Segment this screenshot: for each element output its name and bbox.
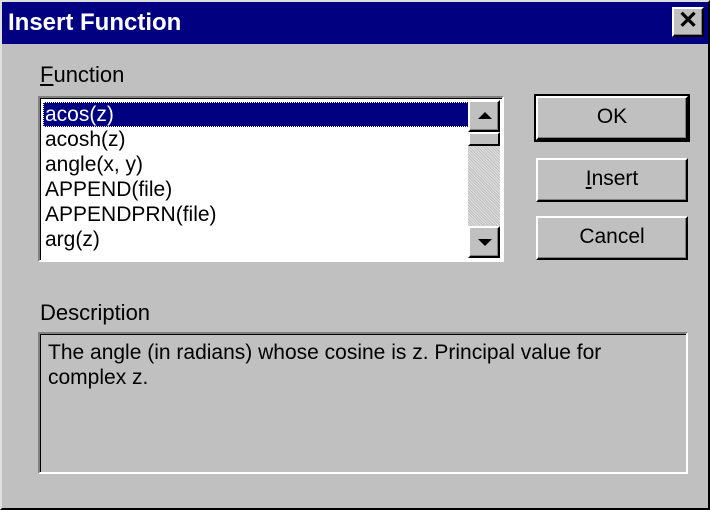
description-text: The angle (in radians) whose cosine is z… — [48, 341, 602, 389]
insert-button-rest: nsert — [591, 167, 639, 190]
dialog-title: Insert Function — [8, 9, 182, 36]
cancel-button[interactable]: Cancel — [536, 216, 688, 260]
function-list-item-angle[interactable]: angle(x, y) — [43, 152, 471, 177]
insert-function-dialog: Insert Function ✕ Function acos(z) acosh… — [0, 0, 710, 510]
function-list-item-acosh[interactable]: acosh(z) — [43, 127, 471, 152]
function-list-scrollbar[interactable] — [468, 100, 500, 258]
scroll-down-arrow-icon — [478, 239, 492, 246]
function-label-mnemonic: F — [40, 62, 54, 87]
function-label: Function — [40, 62, 124, 88]
ok-button[interactable]: OK — [534, 94, 690, 142]
function-label-rest: unction — [53, 62, 125, 87]
scroll-up-button[interactable] — [468, 100, 500, 132]
scroll-thumb[interactable] — [468, 132, 500, 146]
scroll-up-arrow-icon — [478, 112, 492, 119]
close-icon: ✕ — [677, 7, 699, 34]
function-listbox[interactable]: acos(z) acosh(z) angle(x, y) APPEND(file… — [38, 96, 504, 262]
function-list-item-acos[interactable]: acos(z) — [43, 102, 471, 127]
scroll-down-button[interactable] — [468, 226, 500, 258]
function-list: acos(z) acosh(z) angle(x, y) APPEND(file… — [43, 102, 471, 252]
insert-button[interactable]: Insert — [536, 158, 688, 202]
function-list-item-appendprn[interactable]: APPENDPRN(file) — [43, 202, 471, 227]
function-list-item-arg[interactable]: arg(z) — [43, 227, 471, 252]
description-box: The angle (in radians) whose cosine is z… — [38, 332, 688, 474]
title-bar[interactable]: Insert Function ✕ — [2, 2, 708, 44]
description-label: Description — [40, 300, 151, 325]
function-list-item-append[interactable]: APPEND(file) — [43, 177, 471, 202]
close-button[interactable]: ✕ — [672, 7, 704, 37]
